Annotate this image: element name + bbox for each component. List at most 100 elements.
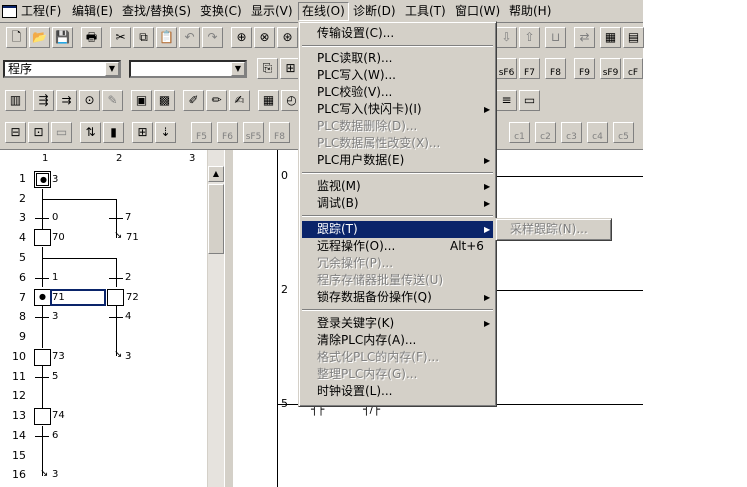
menu-latch-backup[interactable]: 锁存数据备份操作(Q) ▶ bbox=[302, 289, 493, 306]
sfc-block-icon[interactable]: ⊡ bbox=[28, 122, 49, 143]
statement-icon[interactable]: ▩ bbox=[154, 90, 175, 111]
device-list-icon[interactable]: ▤ bbox=[623, 27, 644, 48]
note-edit-icon[interactable]: ✏ bbox=[206, 90, 227, 111]
menu-trace[interactable]: 跟踪(T) ▶ bbox=[302, 221, 493, 238]
key-c4[interactable]: c4 bbox=[587, 122, 608, 143]
key-sf6[interactable]: sF6 bbox=[496, 58, 517, 79]
cut-icon[interactable]: ✂ bbox=[110, 27, 131, 48]
transition[interactable] bbox=[109, 278, 123, 279]
step-box[interactable]: ● bbox=[34, 289, 51, 306]
sfc-tool-icon[interactable]: ⇶ bbox=[33, 90, 54, 111]
menu-plc-verify[interactable]: PLC校验(V)... bbox=[302, 84, 493, 101]
sfc-sort-down-icon[interactable]: ⇣ bbox=[155, 122, 176, 143]
edit-pen-icon[interactable]: ✎ bbox=[102, 90, 123, 111]
key-f8[interactable]: F8 bbox=[545, 58, 566, 79]
step-box[interactable] bbox=[34, 229, 51, 246]
menu-remote-operation[interactable]: 远程操作(O)... Alt+6 bbox=[302, 238, 493, 255]
key-f7[interactable]: F7 bbox=[519, 58, 540, 79]
menu-diagnostics[interactable]: 诊断(D) bbox=[350, 3, 399, 20]
menu-view[interactable]: 显示(V) bbox=[248, 3, 296, 20]
menu-monitor[interactable]: 监视(M) ▶ bbox=[302, 178, 493, 195]
step-box[interactable] bbox=[107, 289, 124, 306]
menu-clear-plc-memory[interactable]: 清除PLC内存(A)... bbox=[302, 332, 493, 349]
menu-edit[interactable]: 编辑(E) bbox=[69, 3, 116, 20]
new-file-icon[interactable]: 🗋 bbox=[6, 27, 27, 48]
chevron-down-icon[interactable]: ▼ bbox=[105, 62, 119, 76]
scroll-thumb[interactable] bbox=[208, 184, 224, 254]
step-box[interactable] bbox=[34, 408, 51, 425]
find-contact-icon[interactable]: ⊛ bbox=[277, 27, 298, 48]
window-icon[interactable]: ▭ bbox=[519, 90, 540, 111]
menu-window[interactable]: 窗口(W) bbox=[452, 3, 503, 20]
chevron-down-icon[interactable]: ▼ bbox=[231, 62, 245, 76]
page-icon[interactable]: ⎘ bbox=[257, 58, 278, 79]
find-instruction-icon[interactable]: ⊗ bbox=[254, 27, 275, 48]
menu-debug[interactable]: 调试(B) ▶ bbox=[302, 195, 493, 212]
comment-icon[interactable]: ▣ bbox=[131, 90, 152, 111]
menu-project[interactable]: 工程(F) bbox=[18, 3, 64, 20]
sfc-mode-icon[interactable]: ▥ bbox=[5, 90, 26, 111]
copy-icon[interactable]: ⧉ bbox=[133, 27, 154, 48]
list-icon[interactable]: ≡ bbox=[496, 90, 517, 111]
scroll-up-icon[interactable]: ▲ bbox=[208, 166, 224, 182]
key-c5[interactable]: c5 bbox=[613, 122, 634, 143]
sfc-diagram-pane[interactable] bbox=[0, 150, 208, 487]
key-sf9[interactable]: sF9 bbox=[600, 58, 621, 79]
key-c2[interactable]: c2 bbox=[535, 122, 556, 143]
menu-find-replace[interactable]: 查找/替换(S) bbox=[119, 3, 194, 20]
second-combo[interactable]: ▼ bbox=[129, 60, 247, 78]
menu-plc-user-data[interactable]: PLC用户数据(E) ▶ bbox=[302, 152, 493, 169]
key-sf5[interactable]: sF5 bbox=[243, 122, 264, 143]
sfc-bars-icon[interactable]: ▮ bbox=[103, 122, 124, 143]
monitor-icon[interactable]: ▦ bbox=[600, 27, 621, 48]
key-f5[interactable]: F5 bbox=[191, 122, 212, 143]
menu-convert[interactable]: 变换(C) bbox=[197, 3, 245, 20]
device-comment-icon[interactable]: ✍ bbox=[229, 90, 250, 111]
sfc-ladder-icon[interactable]: ⇉ bbox=[56, 90, 77, 111]
initial-step[interactable]: ● bbox=[34, 171, 51, 188]
transition[interactable] bbox=[109, 317, 123, 318]
sfc-grid-icon[interactable]: ⊞ bbox=[132, 122, 153, 143]
note-icon[interactable]: ✐ bbox=[183, 90, 204, 111]
open-folder-icon[interactable]: 📂 bbox=[29, 27, 50, 48]
menu-help[interactable]: 帮助(H) bbox=[506, 3, 554, 20]
print-icon[interactable]: 🖶 bbox=[81, 27, 102, 48]
transition[interactable] bbox=[109, 218, 123, 219]
key-f8-sfc[interactable]: F8 bbox=[269, 122, 290, 143]
transfer-icon[interactable]: ⇄ bbox=[574, 27, 595, 48]
transition[interactable] bbox=[35, 436, 49, 437]
sfc-error-icon[interactable]: ▭ bbox=[51, 122, 72, 143]
app-icon[interactable] bbox=[2, 5, 17, 18]
menu-transfer-setup[interactable]: 传输设置(C)... bbox=[302, 25, 493, 42]
key-f9[interactable]: F9 bbox=[574, 58, 595, 79]
menu-clock-setup[interactable]: 时钟设置(L)... bbox=[302, 383, 493, 400]
menu-plc-write[interactable]: PLC写入(W)... bbox=[302, 67, 493, 84]
transition[interactable] bbox=[35, 377, 49, 378]
undo-icon[interactable]: ↶ bbox=[179, 27, 200, 48]
vertical-scrollbar[interactable]: ▲ bbox=[207, 150, 225, 487]
key-cf[interactable]: cF bbox=[623, 58, 643, 79]
key-f6[interactable]: F6 bbox=[217, 122, 238, 143]
menu-tools[interactable]: 工具(T) bbox=[402, 3, 449, 20]
menu-plc-read[interactable]: PLC读取(R)... bbox=[302, 50, 493, 67]
verify-icon[interactable]: ⊔ bbox=[545, 27, 566, 48]
menu-plc-write-flash[interactable]: PLC写入(快闪卡)(I) ▶ bbox=[302, 101, 493, 118]
transition[interactable] bbox=[35, 317, 49, 318]
paste-icon[interactable]: 📋 bbox=[156, 27, 177, 48]
save-icon[interactable]: 💾 bbox=[52, 27, 73, 48]
read-icon[interactable]: ⇩ bbox=[496, 27, 517, 48]
sfc-search-icon[interactable]: ⊙ bbox=[79, 90, 100, 111]
sfc-sort-icon[interactable]: ⇅ bbox=[80, 122, 101, 143]
transition[interactable] bbox=[35, 278, 49, 279]
step-box[interactable] bbox=[34, 349, 51, 366]
key-c3[interactable]: c3 bbox=[561, 122, 582, 143]
find-device-icon[interactable]: ⊕ bbox=[231, 27, 252, 48]
key-c1[interactable]: c1 bbox=[509, 122, 530, 143]
grid-icon[interactable]: ▦ bbox=[258, 90, 279, 111]
redo-icon[interactable]: ↷ bbox=[202, 27, 223, 48]
sfc-step-icon[interactable]: ⊟ bbox=[5, 122, 26, 143]
menu-register-keyword[interactable]: 登录关键字(K) ▶ bbox=[302, 315, 493, 332]
write-icon[interactable]: ⇧ bbox=[519, 27, 540, 48]
transition[interactable] bbox=[35, 218, 49, 219]
program-combo[interactable]: 程序 ▼ bbox=[3, 60, 121, 78]
